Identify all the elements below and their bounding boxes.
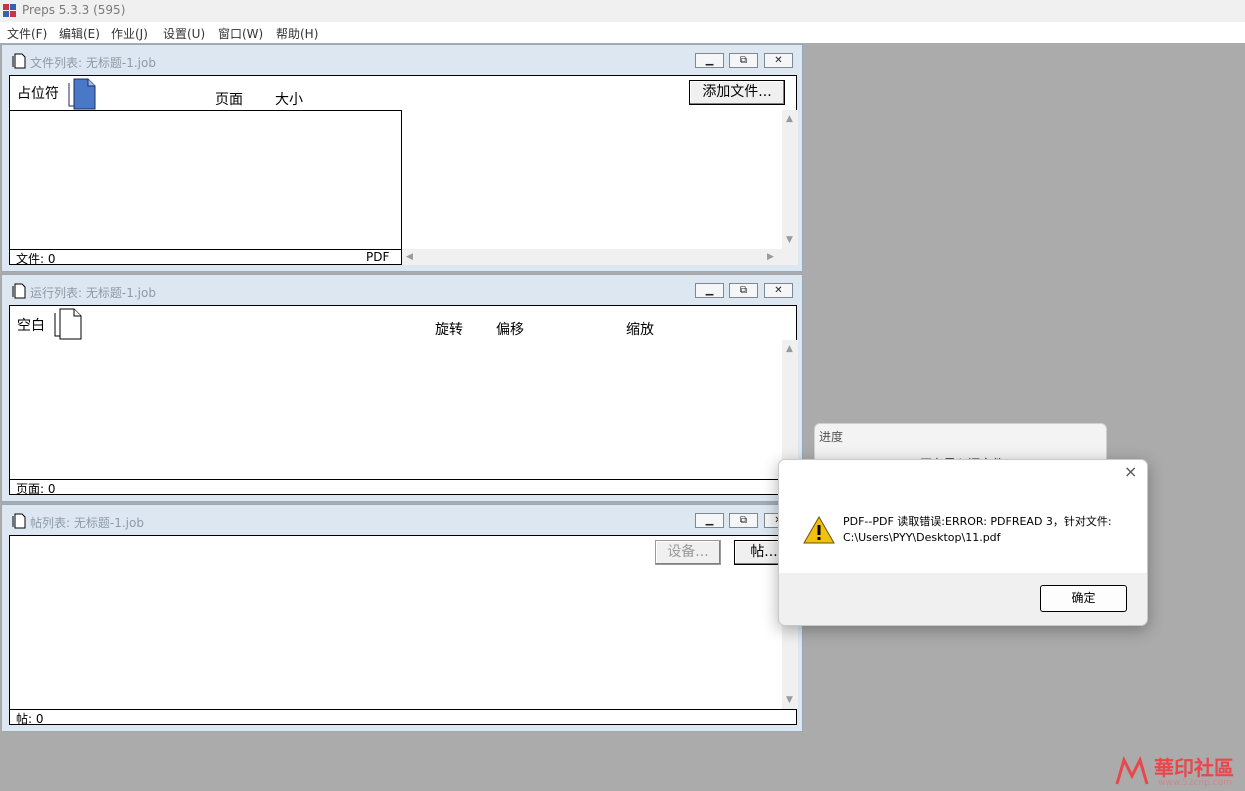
file-status-bar: 文件: 0 PDF bbox=[9, 249, 402, 266]
placeholder-page-icon[interactable] bbox=[68, 78, 96, 110]
document-icon bbox=[12, 513, 26, 529]
signature-list-header: 设备... 帖... bbox=[9, 535, 797, 571]
menu-file[interactable]: 文件(F) bbox=[7, 25, 47, 42]
file-type: PDF bbox=[366, 250, 390, 264]
menu-job[interactable]: 作业(J) bbox=[111, 25, 148, 42]
warning-icon bbox=[803, 516, 835, 544]
minimize-button[interactable]: ▁ bbox=[695, 53, 724, 68]
run-status-bar: 页面: 0 bbox=[9, 479, 797, 496]
menu-window[interactable]: 窗口(W) bbox=[218, 25, 263, 42]
signature-list-window: 帖列表: 无标题-1.job ▁ ⧉ ✕ 设备... 帖... ▼ 帖: 0 bbox=[1, 504, 803, 732]
menu-settings[interactable]: 设置(U) bbox=[163, 25, 205, 42]
dialog-body: × PDF--PDF 读取错误:ERROR: PDFREAD 3，针对文件: C… bbox=[779, 460, 1147, 573]
dialog-close-icon[interactable]: × bbox=[1124, 462, 1137, 481]
scroll-up-icon[interactable]: ▲ bbox=[786, 114, 793, 124]
scroll-left-icon[interactable]: ◀ bbox=[406, 252, 413, 262]
menu-help[interactable]: 帮助(H) bbox=[276, 25, 318, 42]
error-dialog: × PDF--PDF 读取错误:ERROR: PDFREAD 3，针对文件: C… bbox=[778, 459, 1148, 626]
app-title-bar: Preps 5.3.3 (595) bbox=[0, 0, 1245, 22]
restore-button[interactable]: ⧉ bbox=[729, 513, 758, 528]
menu-bar: 文件(F) 编辑(E) 作业(J) 设置(U) 窗口(W) 帮助(H) bbox=[0, 22, 1245, 43]
file-list-pane[interactable] bbox=[9, 110, 402, 250]
ok-button[interactable]: 确定 bbox=[1040, 585, 1127, 612]
error-message: PDF--PDF 读取错误:ERROR: PDFREAD 3，针对文件: C:\… bbox=[843, 514, 1112, 546]
window-title: 帖列表: 无标题-1.job bbox=[30, 516, 144, 530]
file-list-window: 文件列表: 无标题-1.job ▁ ⧉ ✕ 占位符 页面 大小 添加文件... … bbox=[1, 44, 803, 272]
progress-title: 进度 bbox=[819, 430, 844, 444]
error-message-line2: C:\Users\PYY\Desktop\11.pdf bbox=[843, 531, 1001, 544]
column-scale[interactable]: 缩放 bbox=[626, 319, 654, 339]
minimize-icon: ▁ bbox=[705, 55, 714, 66]
error-message-line1: PDF--PDF 读取错误:ERROR: PDFREAD 3，针对文件: bbox=[843, 515, 1112, 528]
window-title: 文件列表: 无标题-1.job bbox=[30, 56, 156, 70]
app-logo-icon bbox=[3, 4, 16, 17]
file-count: 文件: 0 bbox=[16, 252, 56, 266]
vertical-scrollbar[interactable]: ▲ ▼ bbox=[782, 110, 798, 250]
menu-edit[interactable]: 编辑(E) bbox=[59, 25, 100, 42]
scroll-down-icon[interactable]: ▼ bbox=[786, 235, 793, 245]
run-list-pane[interactable] bbox=[9, 340, 783, 480]
minimize-button[interactable]: ▁ bbox=[695, 513, 724, 528]
app-title: Preps 5.3.3 (595) bbox=[22, 3, 126, 17]
column-size[interactable]: 大小 bbox=[275, 89, 303, 109]
column-offset[interactable]: 偏移 bbox=[496, 319, 524, 339]
restore-button[interactable]: ⧉ bbox=[729, 53, 758, 68]
close-button[interactable]: ✕ bbox=[764, 283, 793, 298]
blank-label: 空白 bbox=[17, 318, 45, 334]
minimize-button[interactable]: ▁ bbox=[695, 283, 724, 298]
restore-icon: ⧉ bbox=[739, 515, 748, 526]
column-page[interactable]: 页面 bbox=[215, 89, 243, 109]
close-icon: ✕ bbox=[774, 55, 783, 66]
add-file-button[interactable]: 添加文件... bbox=[689, 80, 785, 105]
restore-icon: ⧉ bbox=[739, 55, 748, 66]
close-button[interactable]: ✕ bbox=[764, 53, 793, 68]
watermark-text: 華印社區 bbox=[1154, 756, 1234, 780]
placeholder-label: 占位符 bbox=[17, 86, 59, 102]
restore-button[interactable]: ⧉ bbox=[729, 283, 758, 298]
watermark-logo-icon bbox=[1115, 756, 1149, 785]
file-list-header: 占位符 页面 大小 添加文件... bbox=[9, 75, 797, 111]
restore-icon: ⧉ bbox=[739, 285, 748, 296]
run-list-window: 运行列表: 无标题-1.job ▁ ⧉ ✕ 空白 旋转 偏移 缩放 ▲ 页面: … bbox=[1, 274, 803, 502]
signature-list-pane[interactable] bbox=[9, 570, 783, 710]
scroll-down-icon[interactable]: ▼ bbox=[786, 695, 793, 705]
minimize-icon: ▁ bbox=[705, 515, 714, 526]
page-count: 页面: 0 bbox=[16, 482, 56, 496]
file-preview-pane[interactable] bbox=[402, 110, 782, 250]
column-rotate[interactable]: 旋转 bbox=[435, 319, 463, 339]
window-title: 运行列表: 无标题-1.job bbox=[30, 286, 156, 300]
watermark-url: www.52cnp.com bbox=[1158, 778, 1233, 788]
blank-page-icon[interactable] bbox=[54, 308, 82, 340]
device-button[interactable]: 设备... bbox=[655, 540, 721, 565]
document-icon bbox=[12, 283, 26, 299]
watermark: 華印社區 www.52cnp.com bbox=[1112, 752, 1244, 790]
scroll-up-icon[interactable]: ▲ bbox=[786, 344, 793, 354]
signature-count: 帖: 0 bbox=[16, 712, 44, 726]
scroll-right-icon[interactable]: ▶ bbox=[767, 252, 774, 262]
document-icon bbox=[12, 53, 26, 69]
signature-status-bar: 帖: 0 bbox=[9, 709, 797, 726]
close-icon: ✕ bbox=[774, 285, 783, 296]
run-list-header: 空白 旋转 偏移 缩放 bbox=[9, 305, 797, 341]
minimize-icon: ▁ bbox=[705, 285, 714, 296]
horizontal-scrollbar[interactable]: ◀ ▶ bbox=[402, 249, 798, 265]
